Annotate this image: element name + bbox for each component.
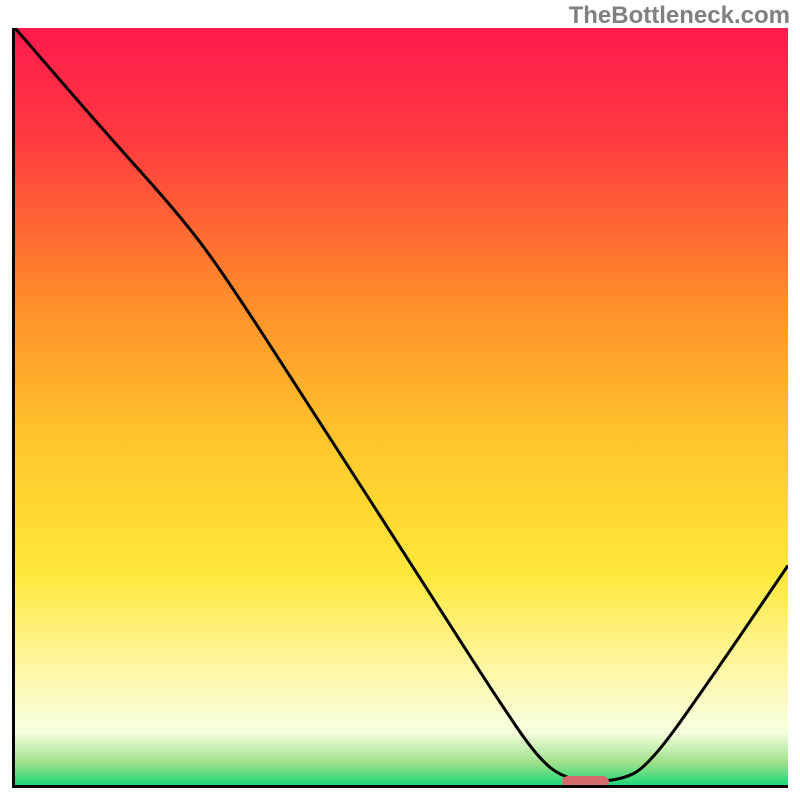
- bottleneck-curve: [15, 28, 788, 781]
- optimal-marker: [562, 776, 609, 787]
- chart-container: TheBottleneck.com: [0, 0, 800, 800]
- plot-area: [12, 28, 788, 788]
- watermark-text: TheBottleneck.com: [569, 2, 790, 30]
- curve-svg: [15, 28, 788, 785]
